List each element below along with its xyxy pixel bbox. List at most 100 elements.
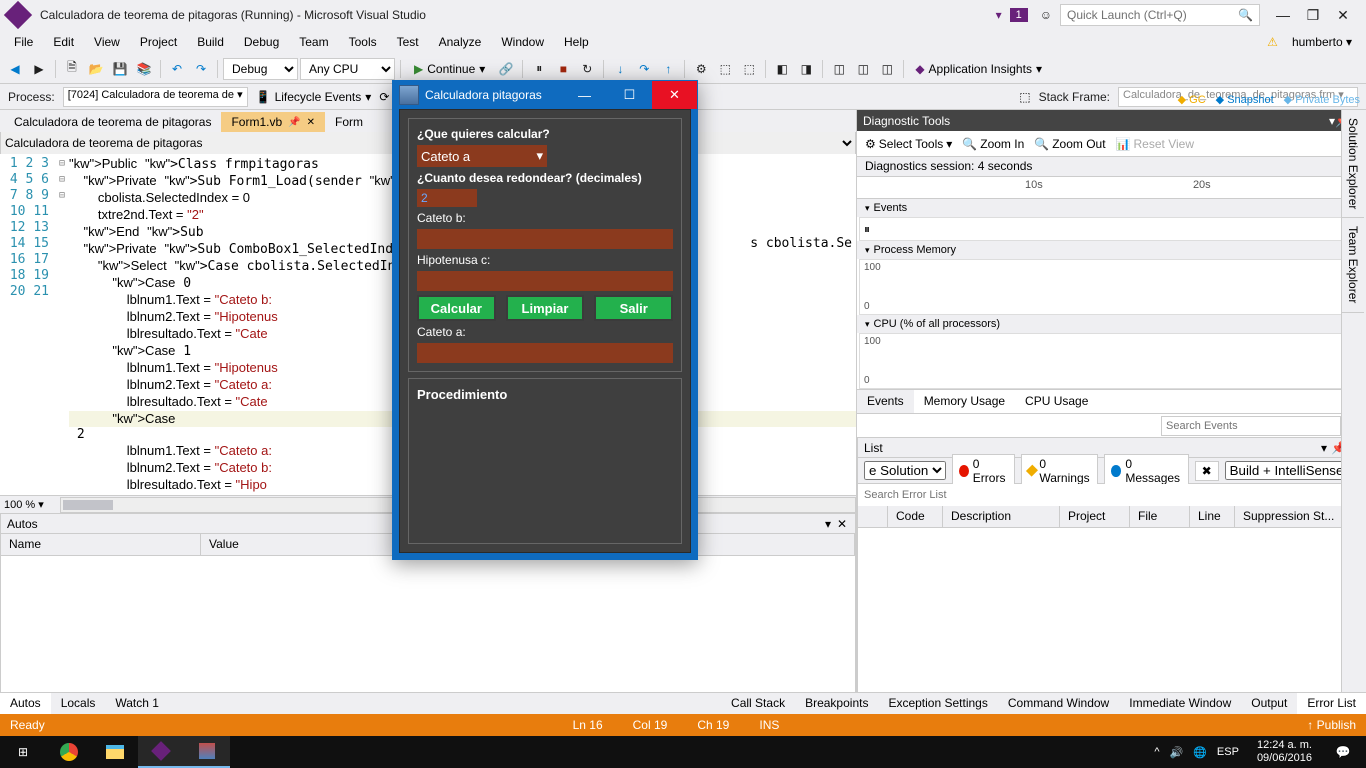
app-close-button[interactable]: ✕ bbox=[652, 81, 697, 109]
tab-watch1[interactable]: Watch 1 bbox=[105, 693, 169, 714]
tab-immediate-window[interactable]: Immediate Window bbox=[1119, 693, 1241, 714]
restart-button[interactable]: ↻ bbox=[576, 58, 598, 80]
menu-window[interactable]: Window bbox=[491, 31, 554, 53]
tray-lang[interactable]: ESP bbox=[1217, 746, 1239, 758]
col-suppression[interactable]: Suppression St... bbox=[1235, 506, 1345, 527]
pause-button[interactable]: ⏸ bbox=[528, 58, 550, 80]
menu-team[interactable]: Team bbox=[289, 31, 338, 53]
error-search-input[interactable] bbox=[858, 484, 1365, 506]
tray-volume-icon[interactable]: 🔊 bbox=[1170, 746, 1184, 759]
error-scope-dropdown[interactable]: e Solution bbox=[864, 461, 946, 480]
close-icon[interactable]: ✕ bbox=[835, 517, 849, 531]
tab-form1[interactable]: Form1.vb 📌 ✕ bbox=[221, 112, 325, 132]
tab-callstack[interactable]: Call Stack bbox=[721, 693, 795, 714]
menu-test[interactable]: Test bbox=[387, 31, 429, 53]
notification-badge[interactable]: 1 bbox=[1010, 8, 1028, 22]
fold-column[interactable]: ⊟ ⊟ ⊟ bbox=[55, 154, 69, 495]
app-maximize-button[interactable]: ☐ bbox=[607, 81, 652, 109]
menu-view[interactable]: View bbox=[84, 31, 130, 53]
continue-button[interactable]: ▶Continue ▾ bbox=[406, 58, 493, 80]
menu-file[interactable]: File bbox=[4, 31, 43, 53]
nav-class-dropdown[interactable]: Calculadora de teorema de pitagoras bbox=[0, 132, 428, 154]
open-button[interactable]: 📂 bbox=[85, 58, 107, 80]
diag-timeline[interactable]: 10s 20s 3 bbox=[857, 177, 1366, 199]
cpu-graph-title[interactable]: CPU (% of all processors) bbox=[857, 315, 1366, 333]
tb-icon-5[interactable]: ◨ bbox=[795, 58, 817, 80]
decimals-input[interactable]: 2 bbox=[417, 189, 477, 207]
undo-button[interactable]: ↶ bbox=[166, 58, 188, 80]
pause-icon[interactable]: ⏸ bbox=[864, 222, 870, 237]
tab-locals[interactable]: Locals bbox=[51, 693, 106, 714]
warnings-filter[interactable]: 0 Warnings bbox=[1021, 454, 1098, 488]
platform-dropdown[interactable]: Any CPU bbox=[300, 58, 395, 80]
menu-edit[interactable]: Edit bbox=[43, 31, 84, 53]
hipotenusa-input[interactable] bbox=[417, 271, 673, 291]
memory-graph[interactable]: 100 100 0 0 bbox=[859, 259, 1364, 315]
col-line[interactable]: Line bbox=[1190, 506, 1235, 527]
tb-icon-1[interactable]: ⚙ bbox=[690, 58, 712, 80]
app-minimize-button[interactable]: — bbox=[562, 81, 607, 109]
events-graph-title[interactable]: Events bbox=[857, 199, 1366, 217]
tb-icon-8[interactable]: ◫ bbox=[876, 58, 898, 80]
zoom-in-button[interactable]: 🔍 Zoom In bbox=[962, 137, 1024, 151]
tray-up-icon[interactable]: ^ bbox=[1154, 746, 1159, 758]
close-icon[interactable]: ✕ bbox=[307, 117, 315, 128]
col-file[interactable]: File bbox=[1130, 506, 1190, 527]
calcular-button[interactable]: Calcular bbox=[417, 295, 496, 321]
select-tools-button[interactable]: ⚙ Select Tools ▾ bbox=[865, 137, 952, 151]
threads-icon[interactable]: ⬚ bbox=[1019, 90, 1030, 104]
calcular-dropdown[interactable]: Cateto a▾ bbox=[417, 145, 547, 167]
diag-search-input[interactable] bbox=[1161, 416, 1341, 436]
quick-launch-input[interactable]: Quick Launch (Ctrl+Q) 🔍 bbox=[1060, 4, 1260, 26]
app-insights-button[interactable]: ◆ Application Insights ▾ bbox=[909, 62, 1048, 76]
tab-breakpoints[interactable]: Breakpoints bbox=[795, 693, 878, 714]
menu-debug[interactable]: Debug bbox=[234, 31, 289, 53]
menu-project[interactable]: Project bbox=[130, 31, 187, 53]
save-button[interactable]: 💾 bbox=[109, 58, 131, 80]
cpu-graph[interactable]: 100 100 0 0 bbox=[859, 333, 1364, 389]
taskbar-app[interactable] bbox=[184, 736, 230, 768]
app-titlebar[interactable]: Calculadora pitagoras — ☐ ✕ bbox=[393, 81, 697, 109]
dropdown-icon[interactable]: ▾ bbox=[1317, 441, 1331, 455]
tb-icon-2[interactable]: ⬚ bbox=[714, 58, 736, 80]
tb-icon-4[interactable]: ◧ bbox=[771, 58, 793, 80]
new-project-button[interactable]: 🗎 bbox=[61, 58, 83, 80]
tb-icon-7[interactable]: ◫ bbox=[852, 58, 874, 80]
minimize-button[interactable]: — bbox=[1268, 7, 1298, 23]
errors-filter[interactable]: 0 Errors bbox=[952, 454, 1015, 488]
browser-link-button[interactable]: 🔗 bbox=[495, 58, 517, 80]
col-code[interactable]: Code bbox=[888, 506, 943, 527]
start-button[interactable]: ⊞ bbox=[0, 736, 46, 768]
menu-build[interactable]: Build bbox=[187, 31, 234, 53]
reset-view-button[interactable]: 📊 Reset View bbox=[1116, 137, 1194, 151]
events-graph[interactable]: ⏸ bbox=[859, 217, 1364, 241]
diagnostic-tools-header[interactable]: Diagnostic Tools ▾ 📌 ✕ bbox=[857, 110, 1366, 131]
step-out-button[interactable]: ↑ bbox=[657, 58, 679, 80]
taskbar-explorer[interactable] bbox=[92, 736, 138, 768]
system-tray[interactable]: ^ 🔊 🌐 ESP bbox=[1144, 746, 1249, 759]
close-button[interactable]: ✕ bbox=[1328, 7, 1358, 24]
cateto-b-input[interactable] bbox=[417, 229, 673, 249]
autos-body[interactable] bbox=[1, 556, 855, 707]
tab-cpu-usage[interactable]: CPU Usage bbox=[1015, 390, 1098, 413]
restore-button[interactable]: ❐ bbox=[1298, 7, 1328, 24]
save-all-button[interactable]: 📚 bbox=[133, 58, 155, 80]
tab-output[interactable]: Output bbox=[1241, 693, 1297, 714]
user-menu[interactable]: humberto ▾ bbox=[1282, 31, 1362, 53]
step-over-button[interactable]: ↷ bbox=[633, 58, 655, 80]
menu-help[interactable]: Help bbox=[554, 31, 599, 53]
config-dropdown[interactable]: Debug bbox=[223, 58, 298, 80]
zoom-out-button[interactable]: 🔍 Zoom Out bbox=[1034, 137, 1105, 151]
tab-error-list[interactable]: Error List bbox=[1297, 693, 1366, 714]
tab-events[interactable]: Events bbox=[857, 390, 914, 413]
tab-command-window[interactable]: Command Window bbox=[998, 693, 1119, 714]
dropdown-icon[interactable]: ▾ bbox=[821, 517, 835, 531]
menu-analyze[interactable]: Analyze bbox=[429, 31, 492, 53]
tb-icon-6[interactable]: ◫ bbox=[828, 58, 850, 80]
thread-button[interactable]: ⟳ bbox=[379, 90, 389, 104]
nav-fwd-button[interactable]: ▶ bbox=[28, 58, 50, 80]
team-explorer-tab[interactable]: Team Explorer bbox=[1342, 218, 1364, 312]
taskbar-notifications[interactable]: 💬 bbox=[1320, 736, 1366, 768]
messages-filter[interactable]: 0 Messages bbox=[1104, 454, 1189, 488]
col-name[interactable]: Name bbox=[1, 534, 201, 555]
